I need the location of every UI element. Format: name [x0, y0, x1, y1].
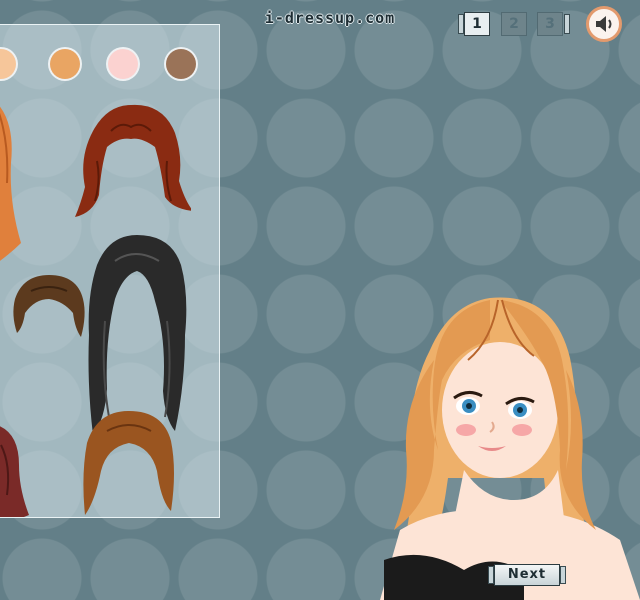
hairstyle-chestnut-bob[interactable]	[81, 407, 177, 517]
hairstyle-panel	[0, 24, 220, 518]
hairstyle-brown-short[interactable]	[11, 273, 87, 343]
skin-swatch-2[interactable]	[50, 49, 80, 79]
page-2-button[interactable]: 2	[501, 12, 527, 36]
page-1-button[interactable]: 1	[464, 12, 490, 36]
hairstyle-black-long[interactable]	[85, 231, 189, 436]
skin-swatch-4[interactable]	[166, 49, 196, 79]
skin-swatch-1[interactable]	[0, 49, 16, 79]
hairstyle-red-curly[interactable]	[0, 425, 31, 518]
site-logo[interactable]: i-dressup.com	[244, 8, 416, 28]
game-stage: i-dressup.com 1 2 3 Next	[0, 0, 640, 600]
hairstyle-ginger-long[interactable]	[0, 103, 27, 273]
dressup-model	[380, 297, 640, 600]
next-cap-right	[560, 566, 566, 584]
speaker-icon	[596, 16, 612, 32]
sound-toggle-button[interactable]	[586, 6, 622, 42]
pagination-cap-right	[564, 14, 570, 34]
page-3-button[interactable]: 3	[537, 12, 563, 36]
hairstyle-auburn-layered[interactable]	[71, 101, 191, 226]
skin-swatch-3[interactable]	[108, 49, 138, 79]
next-button[interactable]: Next	[494, 564, 560, 586]
